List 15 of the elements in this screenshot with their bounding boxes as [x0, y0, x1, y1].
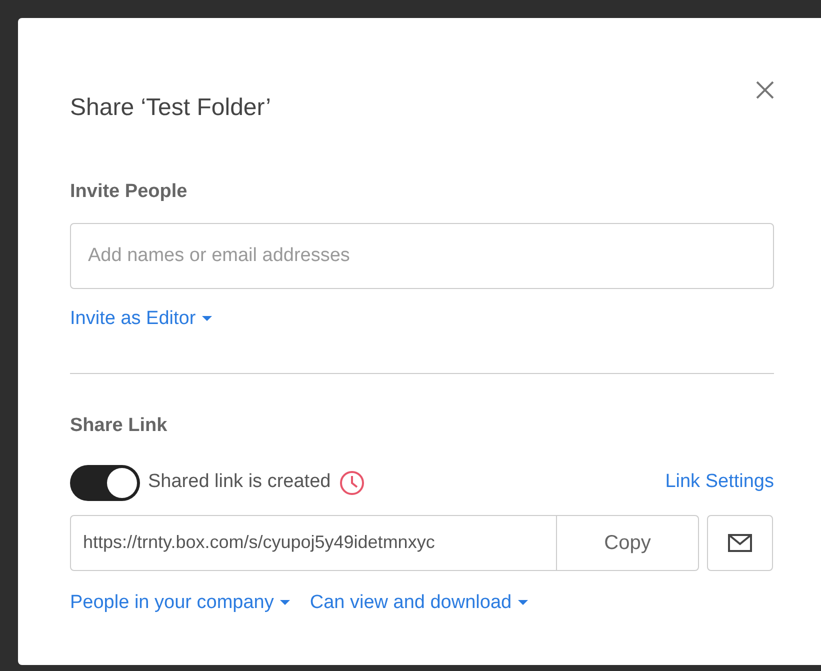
access-dropdown[interactable]: People in your company [70, 588, 290, 617]
toggle-label: Shared link is created [148, 470, 331, 494]
invite-role-dropdown[interactable]: Invite as Editor [70, 304, 212, 333]
clock-icon [338, 470, 365, 496]
invite-input-field[interactable]: Add names or email addresses [70, 222, 774, 288]
link-settings-link[interactable]: Link Settings [665, 468, 774, 497]
permission-dropdown[interactable]: Can view and download [310, 588, 528, 617]
copy-button[interactable]: Copy [557, 514, 699, 570]
section-heading: Invite People [70, 180, 188, 204]
dialog-title: Share ‘Test Folder’ [70, 93, 271, 123]
toggle-switch[interactable] [70, 464, 140, 500]
section-heading: Share Link [70, 414, 168, 438]
envelope-icon [728, 534, 752, 552]
url-field[interactable]: https://trnty.box.com/s/cyupoj5y49idetmnxyc [70, 514, 557, 570]
email-button[interactable] [707, 514, 773, 570]
